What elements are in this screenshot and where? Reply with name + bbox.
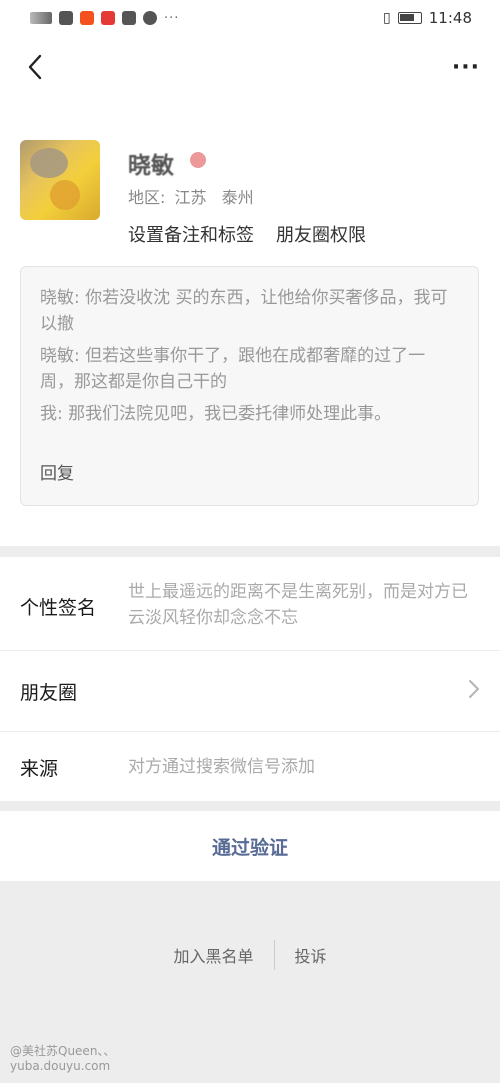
- message-line: 晓敏: 你若没收沈 买的东西，让他给你买奢侈品，我可以撤: [40, 288, 448, 334]
- reply-button[interactable]: 回复: [40, 459, 74, 484]
- verification-message-card: 晓敏: 你若没收沈 买的东西，让他给你买奢侈品，我可以撤 晓敏: 但若这些事你干…: [20, 266, 479, 506]
- profile-section: 晓敏 地区: 江苏 泰州 设置备注和标签 朋友圈权限 晓敏: 你若没收沈 买的东…: [0, 98, 500, 546]
- status-icons-right: ▯ 11:48: [383, 9, 472, 27]
- add-to-blacklist-button[interactable]: 加入黑名单: [153, 943, 273, 967]
- back-button[interactable]: [20, 52, 50, 82]
- message-line: 我: 那我们法院见吧，我已委托律师处理此事。: [40, 404, 392, 424]
- contact-name: 晓敏: [128, 153, 174, 179]
- app-icon: [101, 11, 115, 25]
- watermark-line: @美社苏Queen、、: [10, 1044, 116, 1058]
- battery-icon: [397, 12, 422, 24]
- signature-row: 个性签名 世上最遥远的距离不是生离死别，而是对方已云淡风轻你却念念不忘: [0, 557, 500, 651]
- info-list: 个性签名 世上最遥远的距离不是生离死别，而是对方已云淡风轻你却念念不忘 朋友圈 …: [0, 557, 500, 801]
- avatar[interactable]: [20, 140, 100, 220]
- moments-label: 朋友圈: [20, 682, 78, 704]
- more-options-button[interactable]: ···: [452, 55, 480, 80]
- status-time: 11:48: [428, 9, 472, 27]
- message-line: 晓敏: 但若这些事你干了，跟他在成都奢靡的过了一周，那这都是你自己干的: [40, 346, 426, 392]
- bottom-links: 加入黑名单 投诉: [0, 940, 500, 970]
- nav-bar: ···: [0, 36, 500, 98]
- region-label: 地区:: [128, 188, 166, 207]
- source-label: 来源: [20, 758, 59, 780]
- profile-actions: 设置备注和标签 朋友圈权限: [128, 221, 366, 247]
- app-icon: [80, 11, 94, 25]
- watermark: @美社苏Queen、、 yuba.douyu.com: [10, 1044, 115, 1074]
- female-icon: [190, 152, 206, 168]
- region-province: 江苏: [174, 188, 207, 207]
- chevron-right-icon: [469, 680, 479, 698]
- source-value: 对方通过搜索微信号添加: [128, 757, 315, 777]
- signature-label: 个性签名: [20, 597, 97, 619]
- region-city: 泰州: [221, 188, 254, 207]
- wechat-icon: [59, 11, 73, 25]
- signal-icon: [30, 12, 52, 24]
- report-button[interactable]: 投诉: [275, 943, 347, 967]
- status-icons-left: ···: [30, 11, 179, 26]
- chevron-left-icon: [28, 54, 42, 80]
- source-row: 来源 对方通过搜索微信号添加: [0, 732, 500, 801]
- moments-permission-button[interactable]: 朋友圈权限: [276, 221, 366, 247]
- status-bar: ··· ▯ 11:48: [0, 0, 500, 36]
- app-icon: [143, 11, 157, 25]
- signature-value: 世上最遥远的距离不是生离死别，而是对方已云淡风轻你却念念不忘: [128, 582, 468, 628]
- vibrate-icon: ▯: [383, 10, 391, 26]
- set-remarks-button[interactable]: 设置备注和标签: [128, 221, 254, 247]
- region: 地区: 江苏 泰州: [128, 184, 254, 208]
- info-icon: [122, 11, 136, 25]
- approve-verification-button[interactable]: 通过验证: [0, 811, 500, 881]
- moments-row[interactable]: 朋友圈: [0, 651, 500, 732]
- more-dots-icon: ···: [164, 10, 180, 26]
- watermark-line: yuba.douyu.com: [10, 1059, 111, 1073]
